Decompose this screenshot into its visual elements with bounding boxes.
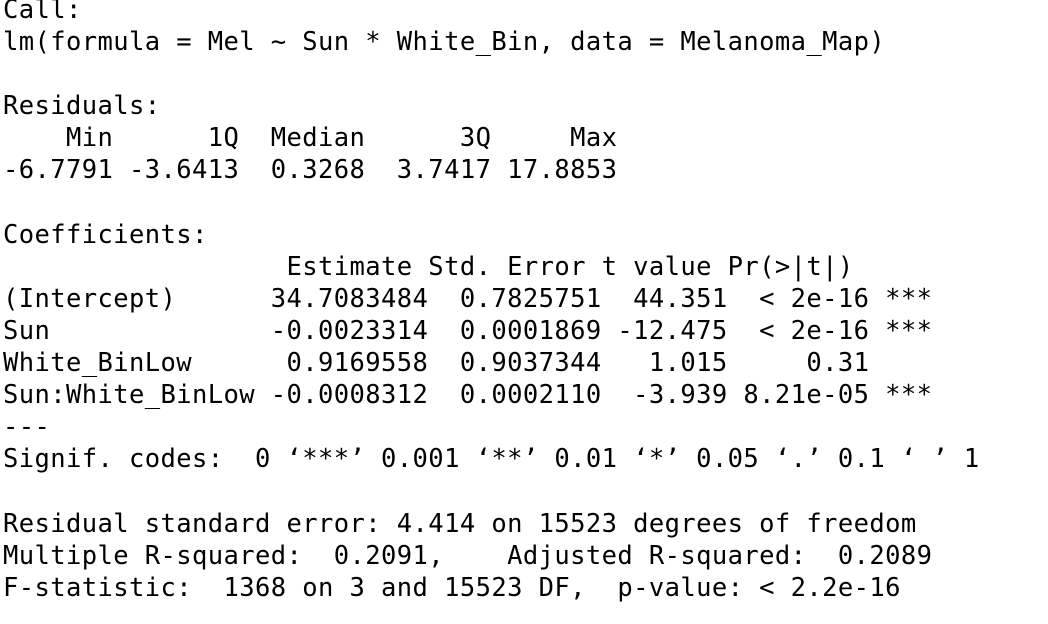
coefficients-header: Coefficients: [3, 219, 208, 250]
r-console-output: Call: lm(formula = Mel ~ Sun * White_Bin… [0, 0, 1048, 618]
r-squared-summary: Multiple R-squared: 0.2091, Adjusted R-s… [3, 540, 949, 571]
residuals-quantile-labels: Min 1Q Median 3Q Max [3, 123, 634, 154]
coefficient-row-white-binlow: White_BinLow 0.9169558 0.9037344 1.015 0… [3, 348, 933, 379]
coefficient-row-interaction: Sun:White_BinLow -0.0008312 0.0002110 -3… [3, 380, 933, 411]
separator-line: --- [3, 412, 51, 443]
residual-standard-error: Residual standard error: 4.414 on 15523 … [3, 508, 917, 539]
coefficients-column-headers: Estimate Std. Error t value Pr(>|t|) [3, 251, 917, 282]
significance-codes: Signif. codes: 0 ‘***’ 0.001 ‘**’ 0.01 ‘… [3, 444, 980, 475]
call-header: Call: [3, 0, 82, 25]
residuals-quantile-values: -6.7791 -3.6413 0.3268 3.7417 17.8853 [3, 155, 634, 186]
coefficient-row-intercept: (Intercept) 34.7083484 0.7825751 44.351 … [3, 283, 933, 314]
residuals-header: Residuals: [3, 91, 161, 122]
f-statistic-summary: F-statistic: 1368 on 3 and 15523 DF, p-v… [3, 572, 901, 603]
call-formula: lm(formula = Mel ~ Sun * White_Bin, data… [3, 27, 886, 58]
coefficient-row-sun: Sun -0.0023314 0.0001869 -12.475 < 2e-16… [3, 315, 933, 346]
